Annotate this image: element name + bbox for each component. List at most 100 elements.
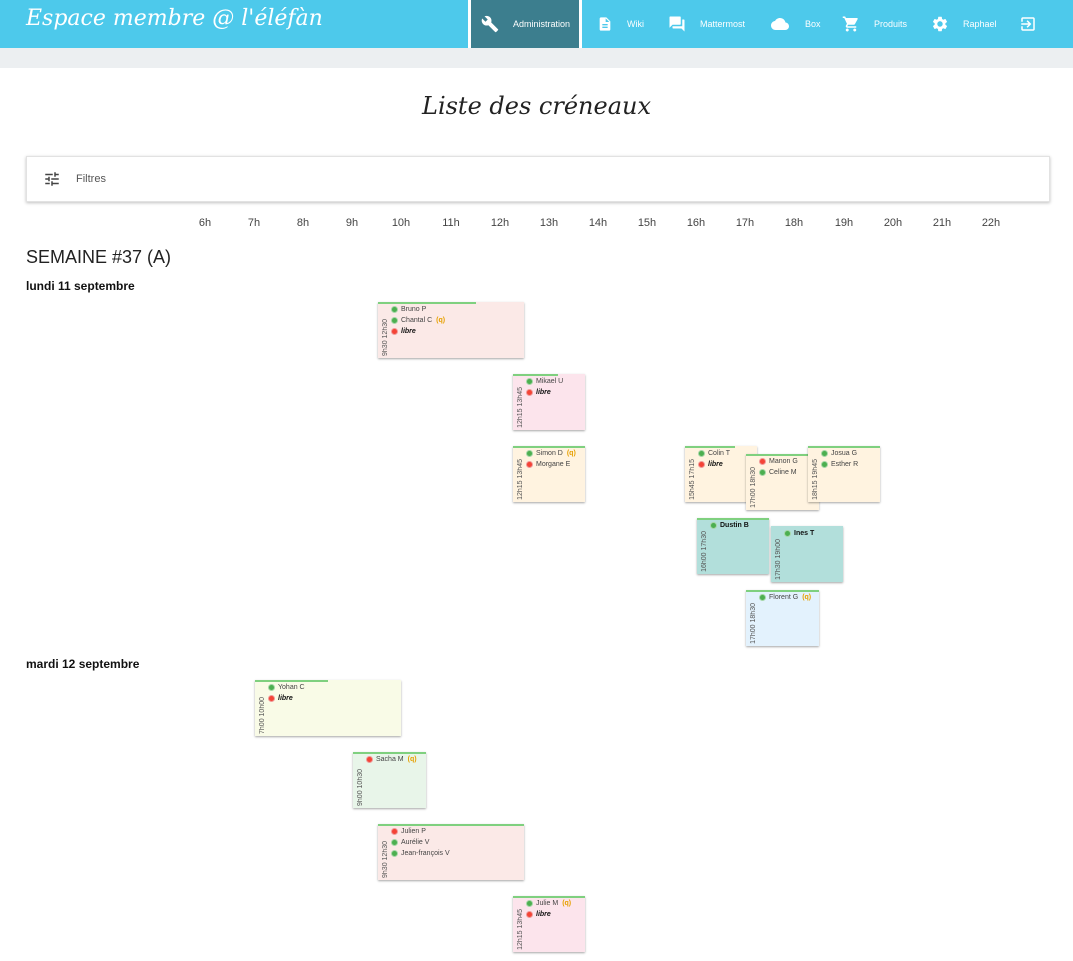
status-dot-icon xyxy=(392,829,397,834)
member-name[interactable]: Manon G xyxy=(760,456,798,467)
hour-label: 11h xyxy=(442,217,460,229)
hour-label: 14h xyxy=(588,217,608,229)
member-name[interactable]: Josua G xyxy=(822,448,858,459)
qualified-badge: (q) xyxy=(802,594,812,601)
member-name[interactable]: Florent G (q) xyxy=(760,592,811,603)
tune-icon xyxy=(45,172,59,186)
slot-people-list: Julie M (q) libre xyxy=(527,898,571,920)
nav-administration-label: Administration xyxy=(512,19,570,29)
member-name[interactable]: Colin T xyxy=(699,448,730,459)
member-name[interactable]: Aurélie V xyxy=(392,837,450,848)
status-dot-icon xyxy=(760,459,765,464)
top-navbar: Espace membre @ l'éléfàn Administration … xyxy=(0,0,1073,48)
member-name[interactable]: Julie M (q) xyxy=(527,898,571,909)
shift-slot[interactable]: 18h15 19h45 Josua G Esther R xyxy=(808,446,880,502)
status-dot-icon xyxy=(269,696,274,701)
hour-label: 20h xyxy=(883,217,903,229)
slot-time: 16h00 17h30 xyxy=(701,531,708,572)
nav-user-label: Raphael xyxy=(963,19,997,29)
shift-slot[interactable]: 17h00 18h30 Florent G (q) xyxy=(746,590,819,646)
slot-time: 12h15 13h45 xyxy=(517,459,524,500)
member-name[interactable]: Morgane E xyxy=(527,459,576,470)
nav-wiki[interactable]: Wiki xyxy=(597,0,644,48)
nav-administration[interactable]: Administration xyxy=(471,0,579,48)
member-name[interactable]: Bruno P xyxy=(392,304,445,315)
shift-slot[interactable]: 7h00 10h00 Yohan C libre xyxy=(255,680,401,736)
slot-time: 18h15 19h45 xyxy=(812,459,819,500)
shift-slot[interactable]: 12h15 13h45 Julie M (q) libre xyxy=(513,896,585,952)
person-label: Julien P xyxy=(401,828,426,835)
member-name[interactable]: Simon D (q) xyxy=(527,448,576,459)
week-title: SEMAINE #37 (A) xyxy=(26,247,172,267)
slot-people-list: Ines T xyxy=(785,528,814,539)
free-spot[interactable]: libre xyxy=(527,909,571,920)
person-label: Simon D xyxy=(536,450,563,457)
chat-icon xyxy=(669,16,685,32)
member-name[interactable]: Sacha M (q) xyxy=(367,754,417,765)
status-dot-icon xyxy=(822,462,827,467)
slot-time: 17h30 19h00 xyxy=(775,539,782,580)
slot-time: 9h30 12h30 xyxy=(382,841,389,878)
qualified-badge: (q) xyxy=(407,756,417,763)
logout-button[interactable] xyxy=(1019,0,1051,48)
shift-slot[interactable]: 12h15 13h45 Mikael U libre xyxy=(513,374,585,430)
hour-label: 19h xyxy=(834,217,854,229)
status-dot-icon xyxy=(269,685,274,690)
hour-label: 18h xyxy=(784,217,804,229)
member-name[interactable]: Mikael U xyxy=(527,376,563,387)
slot-people-list: Florent G (q) xyxy=(760,592,811,603)
person-label: Josua G xyxy=(831,450,858,457)
slot-people-list: Bruno P Chantal C (q) libre xyxy=(392,304,445,337)
free-spot[interactable]: libre xyxy=(699,459,730,470)
nav-wiki-label: Wiki xyxy=(627,19,644,29)
status-dot-icon xyxy=(392,840,397,845)
member-name[interactable]: Julien P xyxy=(392,826,450,837)
shift-slot[interactable]: 17h30 19h00 Ines T xyxy=(771,526,843,582)
member-name[interactable]: Dustin B xyxy=(711,520,749,531)
person-label: Colin T xyxy=(708,450,731,457)
person-label: libre xyxy=(278,695,293,702)
shift-slot[interactable]: 9h30 12h30 Julien P Aurélie V Jean-françois… xyxy=(378,824,524,880)
shift-slot[interactable]: 9h30 12h30 Bruno P Chantal C (q) libre xyxy=(378,302,524,358)
member-name[interactable]: Celine M xyxy=(760,467,798,478)
hour-label: 13h xyxy=(539,217,559,229)
nav-produits[interactable]: Produits xyxy=(842,0,907,48)
shift-slot[interactable]: 12h15 13h45 Simon D (q) Morgane E xyxy=(513,446,585,502)
qualified-badge: (q) xyxy=(566,450,576,457)
nav-box[interactable]: Box xyxy=(769,0,821,48)
person-label: Bruno P xyxy=(401,306,427,313)
hour-label: 10h xyxy=(391,217,411,229)
member-name[interactable]: Chantal C (q) xyxy=(392,315,445,326)
shift-slot[interactable]: 9h00 10h30 Sacha M (q) xyxy=(353,752,426,808)
slot-time: 9h30 12h30 xyxy=(382,319,389,356)
status-dot-icon xyxy=(392,851,397,856)
status-dot-icon xyxy=(785,531,790,536)
nav-mattermost[interactable]: Mattermost xyxy=(668,0,745,48)
free-spot[interactable]: libre xyxy=(527,387,563,398)
slot-time: 12h15 13h45 xyxy=(517,387,524,428)
nav-user-menu[interactable]: Raphael xyxy=(931,0,997,48)
shift-slot[interactable]: 16h00 17h30 Dustin B xyxy=(697,518,769,574)
site-brand[interactable]: Espace membre @ l'éléfàn xyxy=(26,6,323,31)
slot-people-list: Dustin B xyxy=(711,520,749,531)
slot-people-list: Sacha M (q) xyxy=(367,754,417,765)
person-label: Ines T xyxy=(794,530,815,537)
person-label: Mikael U xyxy=(536,378,564,385)
slot-people-list: Manon G Celine M xyxy=(760,456,798,478)
person-label: Celine M xyxy=(769,469,797,476)
slot-time: 7h00 10h00 xyxy=(259,697,266,734)
member-name[interactable]: Jean-françois V xyxy=(392,848,450,859)
slot-people-list: Julien P Aurélie V Jean-françois V xyxy=(392,826,450,859)
slot-people-list: Mikael U libre xyxy=(527,376,563,398)
slot-time: 17h00 18h30 xyxy=(750,467,757,508)
free-spot[interactable]: libre xyxy=(392,326,445,337)
member-name[interactable]: Yohan C xyxy=(269,682,305,693)
hour-label: 6h xyxy=(198,217,212,229)
member-name[interactable]: Esther R xyxy=(822,459,858,470)
member-name[interactable]: Ines T xyxy=(785,528,814,539)
day-title: mardi 12 septembre xyxy=(26,657,140,671)
status-dot-icon xyxy=(392,329,397,334)
slot-people-list: Josua G Esther R xyxy=(822,448,858,470)
free-spot[interactable]: libre xyxy=(269,693,305,704)
filters-panel[interactable]: Filtres xyxy=(26,156,1050,202)
